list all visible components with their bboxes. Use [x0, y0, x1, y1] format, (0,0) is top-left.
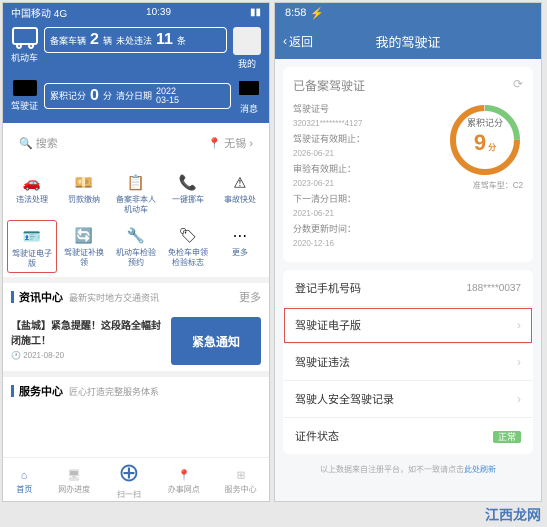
grid-item-4[interactable]: ⚠事故快处 [215, 167, 265, 218]
nav-bar: ‹ 返回 我的驾驶证 [275, 23, 541, 59]
nav-title: 我的驾驶证 [375, 32, 440, 51]
footer-note: 以上数据来自注册平台，如不一致请点击此处刷新 [283, 454, 533, 485]
header-row2: 驾驶证 累积记分0分 清分日期 202203-15 消息 [3, 76, 269, 123]
tab-2[interactable]: ⊕扫一扫 [115, 460, 143, 500]
news-header[interactable]: 资讯中心最新实时地方交通资讯更多 [3, 277, 269, 311]
svg-text:⊞: ⊞ [236, 469, 245, 481]
car-stats[interactable]: 备案车辆2辆 未处违法11条 [44, 27, 227, 53]
refresh-link[interactable]: 此处刷新 [464, 465, 496, 474]
search-icon: 🔍 搜索 [19, 135, 58, 151]
grid-item-5[interactable]: 🪪驾驶证电子版 [7, 220, 57, 273]
news-item[interactable]: 【盐城】紧急提醒！这段路全幅封闭施工！ 🕐 2021-08-20 紧急通知 [3, 311, 269, 371]
grid-item-3[interactable]: 📞一键挪车 [163, 167, 213, 218]
grid-item-9[interactable]: ⋯更多 [215, 220, 265, 273]
license-card: 已备案驾驶证⟳ 驾驶证号 320321********4127 驾驶证有效期止：… [283, 67, 533, 262]
svg-text:📋: 📋 [127, 174, 145, 192]
grid-item-7[interactable]: 🔧机动车检验预约 [111, 220, 161, 273]
tab-3[interactable]: 📍办事网点 [168, 465, 200, 495]
phone-right: 8:58⚡ ‹ 返回 我的驾驶证 已备案驾驶证⟳ 驾驶证号 320321****… [274, 2, 542, 502]
tab-4[interactable]: ⊞服务中心 [225, 465, 257, 495]
svg-text:🪪: 🪪 [23, 230, 41, 246]
svg-text:⊕: ⊕ [118, 460, 140, 487]
list-item-4[interactable]: 证件状态正常 [283, 418, 533, 454]
status-bar: 中国移动 4G 10:39 ▮▮ [3, 3, 269, 21]
menu-list: 登记手机号码188****0037驾驶证电子版›驾驶证违法›驾驶人安全驾驶记录›… [283, 270, 533, 454]
svg-text:⚠: ⚠ [233, 176, 246, 192]
car-nav[interactable]: 机动车 [11, 27, 38, 64]
tab-0[interactable]: ⌂首页 [15, 465, 33, 495]
list-item-0[interactable]: 登记手机号码188****0037 [283, 270, 533, 307]
svg-text:🖥: 🖥 [68, 468, 81, 481]
content-area: 已备案驾驶证⟳ 驾驶证号 320321********4127 驾驶证有效期止：… [275, 59, 541, 501]
tab-bar: ⌂首页 🖥网办进度 ⊕扫一扫 📍办事网点 ⊞服务中心 [3, 457, 269, 501]
tab-1[interactable]: 🖥网办进度 [58, 465, 90, 495]
grid-item-6[interactable]: 🔄驾驶证补换领 [59, 220, 109, 273]
function-grid: 🚗违法处理💴罚款缴纳📋备案非本人机动车📞一键挪车⚠事故快处 🪪驾驶证电子版🔄驾驶证… [3, 163, 269, 277]
message-nav[interactable]: 消息 [237, 76, 261, 115]
score-ring: 累积记分 9分 [447, 102, 523, 178]
svg-text:⌂: ⌂ [21, 469, 27, 481]
list-item-1[interactable]: 驾驶证电子版› [283, 307, 533, 344]
news-banner: 紧急通知 [171, 317, 261, 365]
grid-item-1[interactable]: 💴罚款缴纳 [59, 167, 109, 218]
back-button[interactable]: ‹ 返回 [283, 33, 313, 50]
phone-left: 中国移动 4G 10:39 ▮▮ 机动车 备案车辆2辆 未处违法11条 我的 驾… [2, 2, 270, 502]
svg-text:🚗: 🚗 [23, 176, 41, 192]
list-item-3[interactable]: 驾驶人安全驾驶记录› [283, 381, 533, 418]
license-stats[interactable]: 累积记分0分 清分日期 202203-15 [44, 83, 231, 109]
svg-text:🔄: 🔄 [75, 227, 93, 245]
search-bar[interactable]: 🔍 搜索 📍 无锡 › [11, 129, 261, 157]
svg-text:📞: 📞 [179, 173, 198, 192]
avatar-icon [233, 27, 261, 55]
svg-text:🔧: 🔧 [127, 227, 145, 245]
svg-text:🏷: 🏷 [179, 228, 198, 245]
grid-item-8[interactable]: 🏷免检车申领检验标志 [163, 220, 213, 273]
status-bar-r: 8:58⚡ [275, 3, 541, 23]
list-item-2[interactable]: 驾驶证违法› [283, 344, 533, 381]
grid-item-2[interactable]: 📋备案非本人机动车 [111, 167, 161, 218]
svg-text:📍: 📍 [177, 468, 190, 481]
header-row1: 机动车 备案车辆2辆 未处违法11条 我的 [3, 21, 269, 76]
license-nav[interactable]: 驾驶证 [11, 79, 38, 112]
city-selector[interactable]: 📍 无锡 › [208, 135, 254, 151]
grid-item-0[interactable]: 🚗违法处理 [7, 167, 57, 218]
svg-text:⋯: ⋯ [233, 229, 248, 245]
refresh-icon[interactable]: ⟳ [513, 77, 523, 94]
watermark: 江西龙网 [485, 505, 541, 525]
profile-nav[interactable]: 我的 [233, 27, 261, 70]
svg-text:💴: 💴 [75, 176, 93, 192]
service-header[interactable]: 服务中心匠心打造完整服务体系 [3, 371, 269, 405]
